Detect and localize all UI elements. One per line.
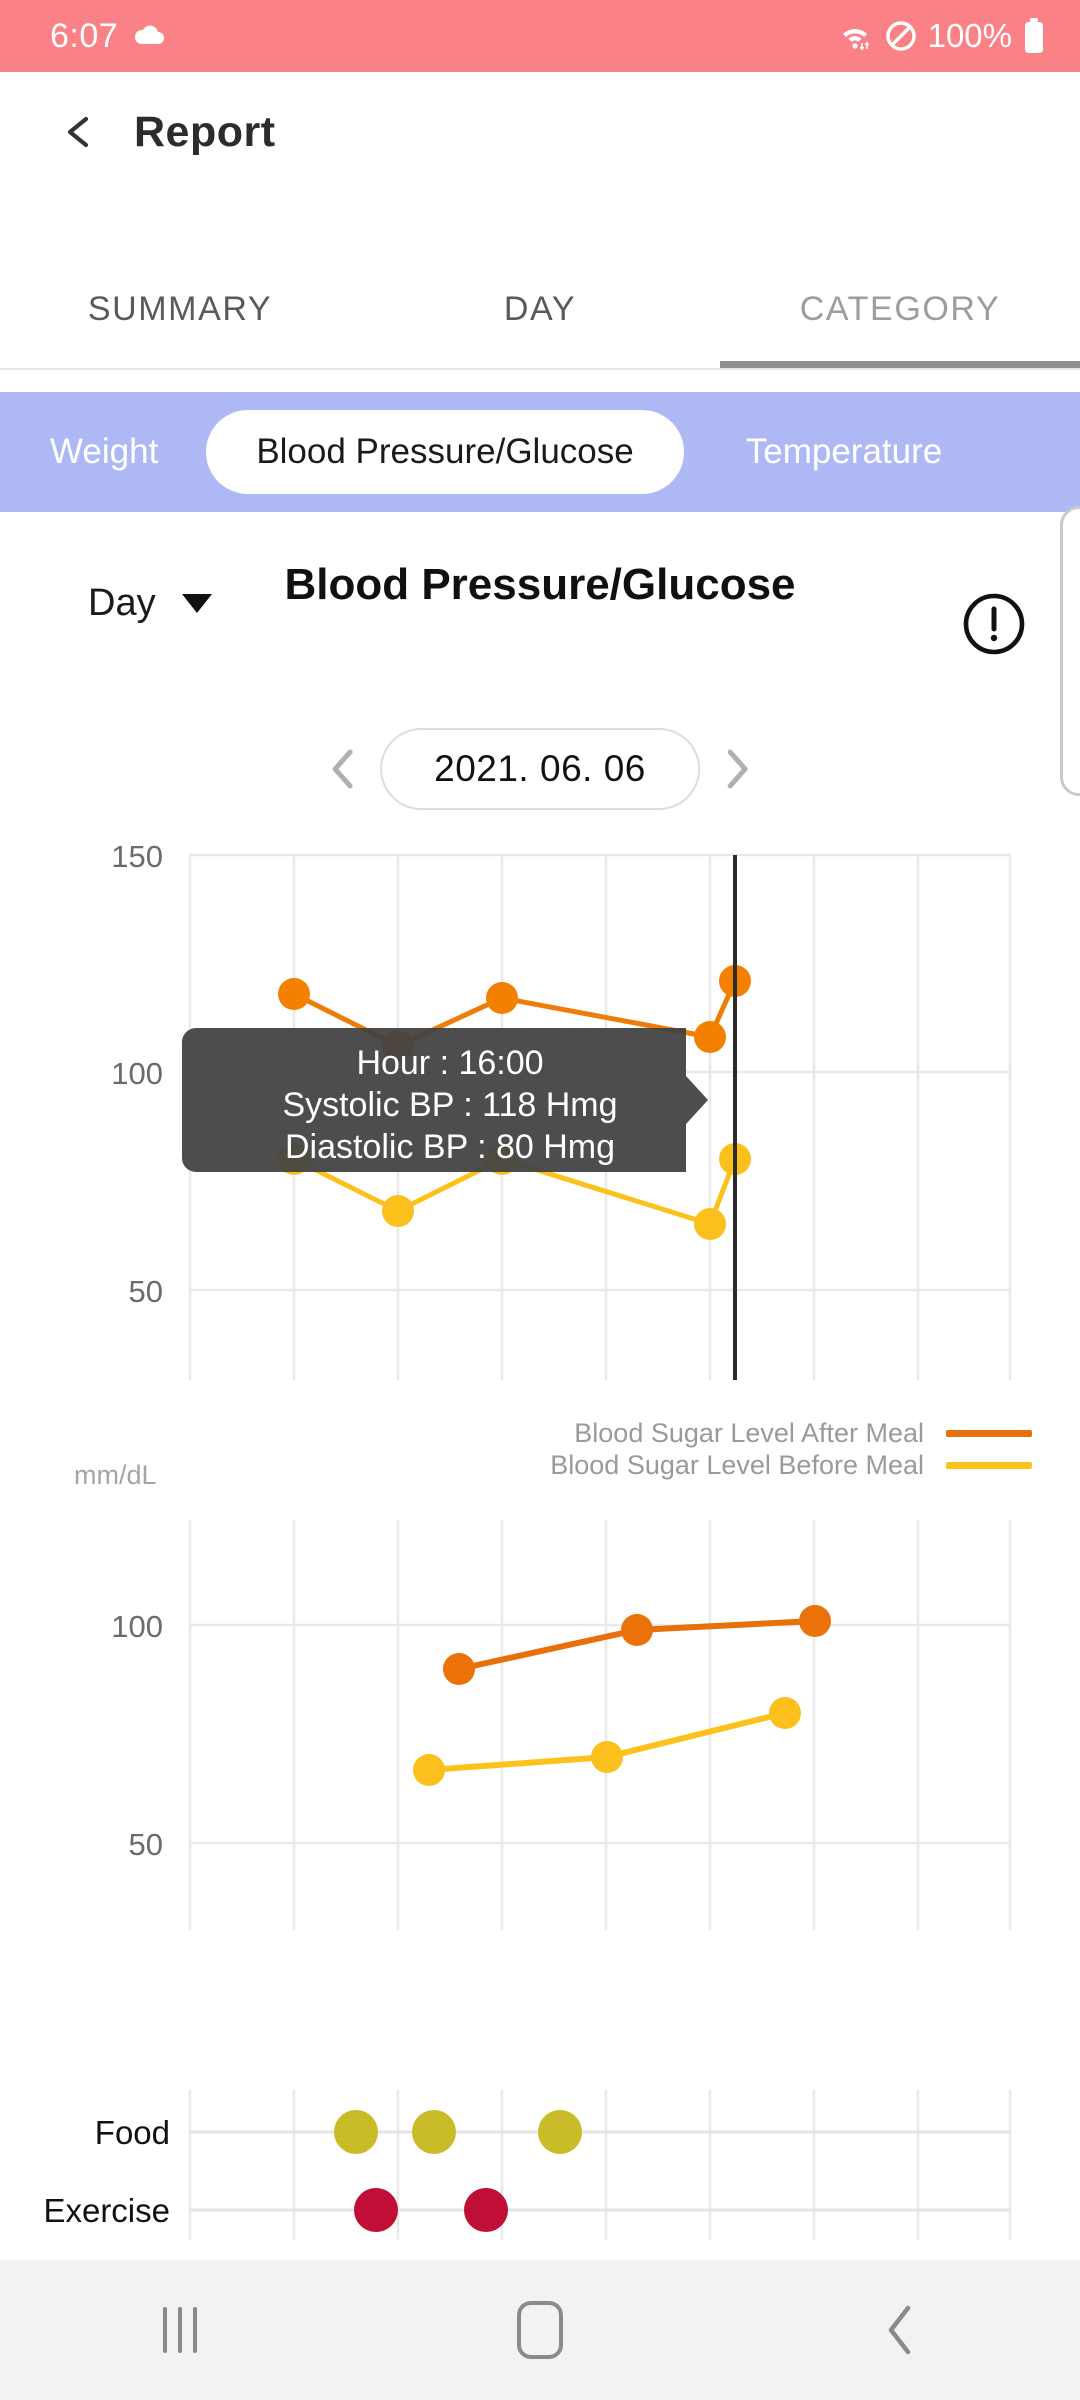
legend-item-after-meal: Blood Sugar Level After Meal bbox=[574, 1418, 1032, 1449]
period-selector[interactable]: Day bbox=[88, 582, 212, 625]
back-icon bbox=[888, 2305, 911, 2355]
home-icon bbox=[517, 2301, 563, 2359]
period-selector-label: Day bbox=[88, 582, 156, 624]
chip-blood-pressure-glucose[interactable]: Blood Pressure/Glucose bbox=[206, 410, 684, 494]
status-bar: 6:07 100% bbox=[0, 0, 1080, 72]
glucose-axis-unit: mm/dL bbox=[74, 1460, 157, 1490]
chart-tooltip: Hour : 16:00 Systolic BP : 118 Hmg Diast… bbox=[182, 1028, 708, 1172]
tab-category-label: CATEGORY bbox=[799, 290, 1001, 328]
chart-title: Blood Pressure/Glucose bbox=[284, 560, 796, 609]
legend-item-before-meal: Blood Sugar Level Before Meal bbox=[550, 1450, 1032, 1481]
home-button[interactable] bbox=[480, 2290, 600, 2370]
wifi-icon bbox=[842, 29, 869, 51]
legend-label-before-meal: Blood Sugar Level Before Meal bbox=[550, 1450, 924, 1480]
blood-pressure-chart[interactable]: 150 100 50 Hour : 16:00 Systolic BP : 11… bbox=[0, 820, 1080, 1380]
chevron-down-icon bbox=[181, 594, 212, 613]
system-nav-bar bbox=[0, 2260, 1080, 2400]
chip-weight[interactable]: Weight bbox=[50, 432, 158, 472]
row-label-food: Food bbox=[95, 2114, 170, 2151]
tab-category[interactable]: CATEGORY bbox=[720, 268, 1080, 368]
prev-date-icon[interactable] bbox=[330, 748, 356, 790]
battery-icon bbox=[1025, 18, 1043, 53]
tab-divider bbox=[0, 368, 1080, 370]
row-label-exercise: Exercise bbox=[43, 2192, 170, 2229]
cloud-icon bbox=[135, 25, 165, 44]
bp-ytick-150: 150 bbox=[111, 839, 163, 874]
date-navigator: 2021. 06. 06 bbox=[330, 728, 750, 810]
dnd-icon bbox=[885, 21, 916, 51]
bp-ytick-100: 100 bbox=[111, 1056, 163, 1091]
legend-swatch-after-meal bbox=[946, 1430, 1032, 1437]
legend-swatch-before-meal bbox=[946, 1462, 1032, 1469]
glucose-ytick-50: 50 bbox=[129, 1827, 163, 1862]
tab-summary-label: SUMMARY bbox=[87, 290, 273, 328]
recents-button[interactable] bbox=[120, 2290, 240, 2370]
next-date-icon[interactable] bbox=[724, 748, 750, 790]
exclamation-circle-icon[interactable] bbox=[958, 588, 1030, 660]
page-title: Report bbox=[134, 107, 276, 156]
tab-summary[interactable]: SUMMARY bbox=[0, 268, 360, 368]
recents-icon bbox=[163, 2307, 197, 2353]
tab-day-label: DAY bbox=[503, 290, 577, 328]
status-time: 6:07 bbox=[50, 16, 119, 55]
back-arrow-icon[interactable] bbox=[62, 115, 96, 149]
glucose-ytick-100: 100 bbox=[111, 1609, 163, 1644]
tooltip-line-1: Hour : 16:00 bbox=[356, 1044, 543, 1082]
category-chip-bar: Weight Blood Pressure/Glucose Temperatur… bbox=[0, 392, 1080, 512]
battery-percent: 100% bbox=[927, 17, 1012, 54]
glucose-legend: Blood Sugar Level After Meal Blood Sugar… bbox=[0, 1418, 1080, 1508]
tooltip-line-2: Systolic BP : 118 Hmg bbox=[282, 1086, 617, 1124]
app-bar: Report bbox=[0, 72, 1080, 192]
tab-active-indicator bbox=[720, 361, 1080, 368]
tooltip-line-3: Diastolic BP : 80 Hmg bbox=[285, 1128, 615, 1166]
chart-header: Day Blood Pressure/Glucose bbox=[0, 540, 1080, 720]
tab-day[interactable]: DAY bbox=[360, 268, 720, 368]
blood-glucose-chart[interactable]: 100 50 bbox=[0, 1500, 1080, 2060]
status-bar-right: 100% bbox=[836, 17, 1046, 55]
date-display[interactable]: 2021. 06. 06 bbox=[380, 728, 700, 810]
phone-screen: 6:07 100% Report SUMMARY DAY CATEGORY We… bbox=[0, 0, 1080, 2400]
back-button[interactable] bbox=[840, 2290, 960, 2370]
status-bar-left: 6:07 bbox=[50, 17, 166, 56]
chip-temperature[interactable]: Temperature bbox=[746, 432, 942, 472]
bp-ytick-50: 50 bbox=[129, 1274, 163, 1309]
legend-label-after-meal: Blood Sugar Level After Meal bbox=[574, 1418, 924, 1448]
tab-bar: SUMMARY DAY CATEGORY bbox=[0, 268, 1080, 368]
food-exercise-chart[interactable]: Food Exercise bbox=[0, 2090, 1080, 2270]
